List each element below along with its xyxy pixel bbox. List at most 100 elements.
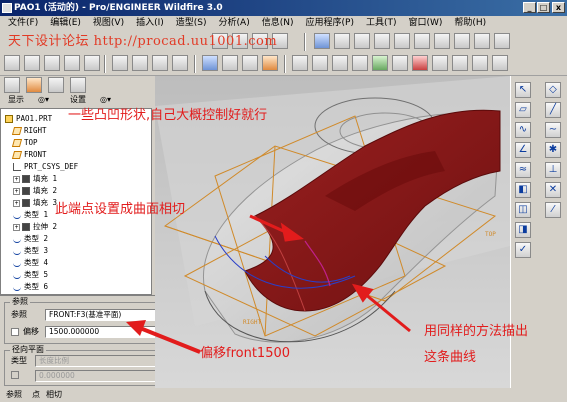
tree-item[interactable]: 类型 6: [13, 281, 48, 292]
dihedral-icon[interactable]: [372, 55, 388, 71]
menu-edit[interactable]: 编辑(E): [42, 16, 85, 30]
curve-tool-icon[interactable]: ∿: [515, 122, 531, 138]
csys-tool-icon[interactable]: ⊥: [545, 162, 561, 178]
tree-item[interactable]: + 填充 2: [13, 185, 57, 196]
menu-insert[interactable]: 插入(I): [128, 16, 168, 30]
print-icon[interactable]: [64, 55, 80, 71]
tab-tangent[interactable]: 相切: [46, 388, 62, 402]
tab-points[interactable]: 点: [32, 388, 40, 402]
surface-analysis-icon[interactable]: [332, 55, 348, 71]
open-icon[interactable]: [24, 55, 40, 71]
slope-icon[interactable]: [472, 55, 488, 71]
saved-views-icon[interactable]: [454, 33, 470, 49]
tree-item[interactable]: PAO1.PRT: [5, 113, 52, 124]
favorites-tab-icon[interactable]: [48, 77, 64, 93]
tree-item[interactable]: 类型 3: [13, 245, 48, 256]
reflection-icon[interactable]: [352, 55, 368, 71]
menu-tools[interactable]: 工具(T): [358, 16, 401, 30]
repaint-icon[interactable]: [314, 33, 330, 49]
reorient-icon[interactable]: [434, 33, 450, 49]
tree-item[interactable]: RIGHT: [11, 125, 47, 136]
menu-analysis[interactable]: 分析(A): [211, 16, 254, 30]
expand-icon[interactable]: +: [13, 223, 20, 231]
offset-checkbox[interactable]: [11, 328, 19, 336]
style-settings-icon[interactable]: [432, 55, 448, 71]
tree-item[interactable]: 类型 1: [13, 209, 48, 220]
datum-point-tool-icon[interactable]: ✱: [545, 142, 561, 158]
curve-analysis-icon[interactable]: [312, 55, 328, 71]
curve-edit-icon[interactable]: ∠: [515, 142, 531, 158]
tab-references[interactable]: 参照: [6, 388, 22, 402]
datum-plane-tool-icon[interactable]: ◇: [545, 82, 561, 98]
datum-point-display-icon[interactable]: [152, 55, 168, 71]
hidden-line-icon[interactable]: [222, 55, 238, 71]
done-check-icon[interactable]: ✓: [515, 242, 531, 258]
surface-tool-icon[interactable]: ≈: [515, 162, 531, 178]
datum-axis-display-icon[interactable]: [132, 55, 148, 71]
connections-tab-icon[interactable]: [70, 77, 86, 93]
no-hidden-icon[interactable]: [242, 55, 258, 71]
zoom-in-icon[interactable]: [374, 33, 390, 49]
minimize-button[interactable]: _: [523, 2, 536, 13]
email-icon[interactable]: [84, 55, 100, 71]
tree-item[interactable]: + 填充 3: [13, 197, 57, 208]
active-plane-icon[interactable]: ▱: [515, 102, 531, 118]
menu-help[interactable]: 帮助(H): [446, 16, 490, 30]
tree-item[interactable]: + 拉伸 2: [13, 221, 57, 232]
show-menu[interactable]: 显示: [8, 93, 24, 107]
tree-item[interactable]: 类型 5: [13, 269, 48, 280]
show-dropdown-icon[interactable]: ◎▾: [38, 93, 49, 107]
wireframe-icon[interactable]: [202, 55, 218, 71]
maximize-button[interactable]: □: [537, 2, 550, 13]
folder-browser-tab-icon[interactable]: [26, 77, 42, 93]
datum-plane-display-icon[interactable]: [112, 55, 128, 71]
tree-item[interactable]: FRONT: [11, 149, 47, 160]
datum-curve-tool-icon[interactable]: ∼: [545, 122, 561, 138]
layers-icon[interactable]: [474, 33, 490, 49]
save-icon[interactable]: [44, 55, 60, 71]
close-button[interactable]: x: [552, 2, 565, 13]
datum-label-top: TOP: [485, 231, 496, 238]
draft-analysis-icon[interactable]: [392, 55, 408, 71]
expand-icon[interactable]: +: [13, 199, 20, 207]
dimension-checkbox[interactable]: [11, 371, 19, 379]
view-manager-icon[interactable]: [494, 33, 510, 49]
tree-item[interactable]: 类型 2: [13, 233, 48, 244]
menu-applications[interactable]: 应用程序(P): [298, 16, 358, 30]
spin-center-icon[interactable]: [334, 33, 350, 49]
menu-window[interactable]: 窗口(W): [400, 16, 446, 30]
sketch-icon[interactable]: [292, 55, 308, 71]
select-tool-icon[interactable]: ↖: [515, 82, 531, 98]
curvature-icon[interactable]: [412, 55, 428, 71]
trim-tool-icon[interactable]: ◧: [515, 182, 531, 198]
whats-this-icon[interactable]: [492, 55, 508, 71]
tree-item-label: PRT_CSYS_DEF: [24, 162, 79, 171]
tree-item[interactable]: + 填充 1: [13, 173, 57, 184]
model-tree-tab-icon[interactable]: [4, 77, 20, 93]
expand-icon[interactable]: +: [13, 175, 20, 183]
zoom-out-icon[interactable]: [394, 33, 410, 49]
menu-view[interactable]: 视图(V): [85, 16, 128, 30]
expand-icon[interactable]: +: [13, 187, 20, 195]
datum-axis-tool-icon[interactable]: ╱: [545, 102, 561, 118]
offset-tool-icon[interactable]: ◨: [515, 222, 531, 238]
menu-file[interactable]: 文件(F): [0, 16, 42, 30]
analysis-tool-icon[interactable]: ✕: [545, 182, 561, 198]
tree-item[interactable]: PRT_CSYS_DEF: [13, 161, 78, 172]
new-icon[interactable]: [4, 55, 20, 71]
csys-display-icon[interactable]: [172, 55, 188, 71]
tree-item[interactable]: TOP: [11, 137, 38, 148]
tree-item[interactable]: 类型 4: [13, 257, 48, 268]
connect-tool-icon[interactable]: ◫: [515, 202, 531, 218]
annotation-same-method: 用同样的方法描出: [424, 324, 529, 339]
radial-plane-label: 径向平面: [10, 345, 46, 355]
menu-style[interactable]: 造型(S): [168, 16, 211, 30]
shading-icon[interactable]: [262, 55, 278, 71]
dimension-value-input[interactable]: 0.000000: [35, 370, 159, 382]
edit-tool-icon[interactable]: ⁄: [545, 202, 561, 218]
reference-label: 参照: [11, 310, 27, 319]
deviation-icon[interactable]: [452, 55, 468, 71]
menu-info[interactable]: 信息(N): [254, 16, 298, 30]
refit-icon[interactable]: [414, 33, 430, 49]
orient-icon[interactable]: [354, 33, 370, 49]
